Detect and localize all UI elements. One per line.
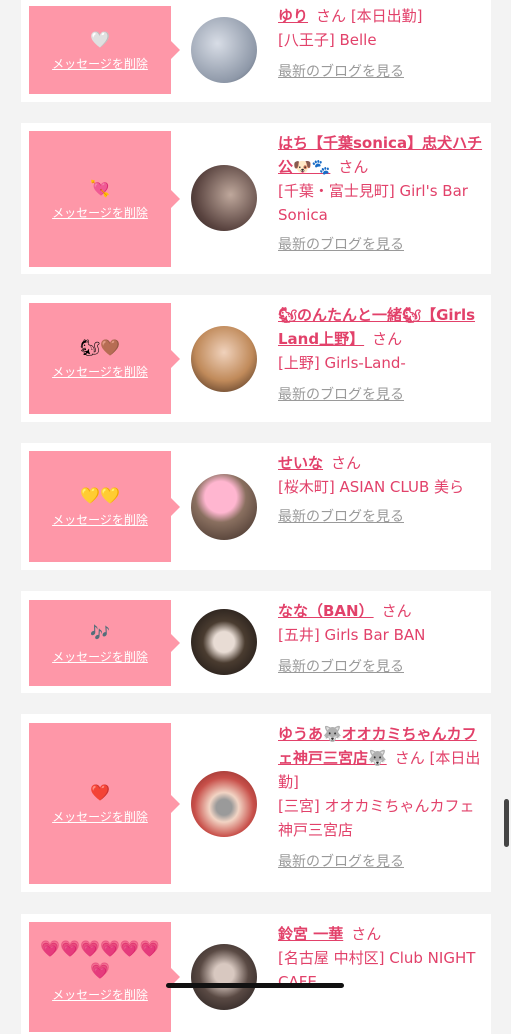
message-emoji: 🎶 <box>90 622 110 642</box>
message-emoji: 💘 <box>90 178 110 198</box>
latest-blog-link[interactable]: 最新のブログを見る <box>278 385 483 405</box>
message-box[interactable]: 💘 メッセージを削除 <box>29 131 180 267</box>
honorific: さん <box>338 158 369 176</box>
honorific: さん <box>381 602 412 620</box>
avatar[interactable] <box>191 326 257 392</box>
avatar[interactable] <box>191 165 257 231</box>
avatar[interactable] <box>191 609 257 675</box>
latest-blog-link[interactable]: 最新のブログを見る <box>278 852 483 872</box>
delete-message-link[interactable]: メッセージを削除 <box>52 512 148 528</box>
honorific: さん <box>331 454 362 472</box>
message-box[interactable]: 💗💗💗💗💗💗💗 メッセージを削除 <box>29 922 180 1032</box>
favorite-card: 🎶 メッセージを削除 なな（BAN） さん [五井] Girls Bar BAN … <box>21 591 491 693</box>
cast-name-link[interactable]: 鈴宮 一華 <box>278 925 343 943</box>
avatar[interactable] <box>191 771 257 837</box>
latest-blog-link[interactable]: 最新のブログを見る <box>278 62 483 82</box>
shop-info: [五井] Girls Bar BAN <box>278 626 426 644</box>
delete-message-link[interactable]: メッセージを削除 <box>52 649 148 665</box>
delete-message-link[interactable]: メッセージを削除 <box>52 987 148 1003</box>
latest-blog-link[interactable]: 最新のブログを見る <box>278 657 483 677</box>
favorite-card: 💛💛 メッセージを削除 せいな さん [桜木町] ASIAN CLUB 美ら 最新… <box>21 443 491 570</box>
message-box[interactable]: 🎶 メッセージを削除 <box>29 600 180 686</box>
shop-info: [桜木町] ASIAN CLUB 美ら <box>278 478 465 496</box>
cast-name-link[interactable]: せいな <box>278 454 323 472</box>
cast-name-link[interactable]: ゆり <box>278 7 308 25</box>
honorific: さん <box>372 330 403 348</box>
favorite-card: 🤍 メッセージを削除 ゆり さん [本日出勤] [八王子] Belle 最新のブロ… <box>21 0 491 102</box>
message-emoji: ❤️ <box>90 783 110 802</box>
message-box[interactable]: ❤️ メッセージを削除 <box>29 723 180 884</box>
avatar[interactable] <box>191 17 257 83</box>
message-emoji: 🐿🤎 <box>79 338 121 357</box>
favorite-card: 🐿🤎 メッセージを削除 🐿のんたんと一緒🐿【Girls Land上野】 さん [上… <box>21 295 491 422</box>
delete-message-link[interactable]: メッセージを削除 <box>52 364 148 380</box>
message-box[interactable]: 🤍 メッセージを削除 <box>29 6 180 94</box>
latest-blog-link[interactable]: 最新のブログを見る <box>278 235 483 255</box>
message-emoji: 🤍 <box>90 29 110 49</box>
favorite-card: 💘 メッセージを削除 はち【千葉sonica】忠犬ハチ公🐶🐾 さん [千葉・富士見… <box>21 123 491 274</box>
avatar[interactable] <box>191 474 257 540</box>
message-emoji: 💛💛 <box>80 486 120 505</box>
delete-message-link[interactable]: メッセージを削除 <box>52 205 148 221</box>
message-box[interactable]: 💛💛 メッセージを削除 <box>29 451 180 562</box>
work-badge: [本日出勤] <box>350 7 423 25</box>
latest-blog-link[interactable]: 最新のブログを見る <box>278 507 483 527</box>
message-box[interactable]: 🐿🤎 メッセージを削除 <box>29 303 180 414</box>
shop-info: [八王子] Belle <box>278 31 377 49</box>
honorific: さん <box>316 7 347 25</box>
cast-name-link[interactable]: はち【千葉sonica】忠犬ハチ公🐶🐾 <box>278 134 482 176</box>
favorite-card: 💗💗💗💗💗💗💗 メッセージを削除 鈴宮 一華 さん [名古屋 中村区] Club … <box>21 914 491 1034</box>
home-indicator[interactable] <box>166 983 344 988</box>
honorific: さん <box>351 925 382 943</box>
shop-info: [上野] Girls-Land- <box>278 354 406 372</box>
shop-info: [三宮] オオカミちゃんカフェ神戸三宮店 <box>278 797 475 839</box>
avatar[interactable] <box>191 944 257 1010</box>
favorite-card: ❤️ メッセージを削除 ゆうあ🐺オオカミちゃんカフェ神戸三宮店🐺 さん [本日出勤… <box>21 714 491 892</box>
delete-message-link[interactable]: メッセージを削除 <box>52 809 148 825</box>
message-emoji: 💗💗💗💗💗💗💗 <box>40 939 160 980</box>
honorific: さん <box>394 749 425 767</box>
shop-info: [千葉・富士見町] Girl's Bar Sonica <box>278 182 468 224</box>
cast-name-link[interactable]: なな（BAN） <box>278 602 374 620</box>
delete-message-link[interactable]: メッセージを削除 <box>52 56 148 72</box>
scrollbar[interactable] <box>504 799 509 847</box>
